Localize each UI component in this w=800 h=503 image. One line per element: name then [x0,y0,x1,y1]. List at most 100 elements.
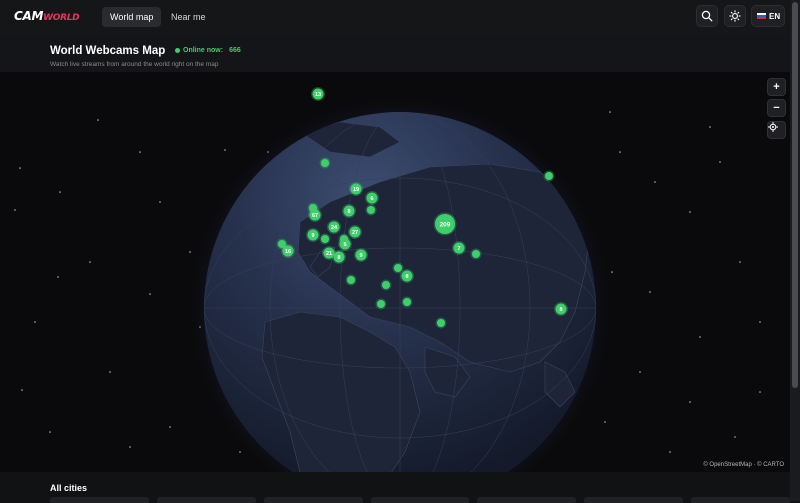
webcam-cluster-marker[interactable] [345,274,357,286]
online-label: Online now: [183,47,224,54]
star [19,167,21,169]
page-subtitle: Watch live streams from around the world… [50,61,219,68]
star [34,321,36,323]
marker-count-label: 27 [352,230,358,236]
star [604,421,606,423]
webcam-cluster-marker[interactable] [543,170,555,182]
language-selector[interactable]: EN [751,5,785,27]
marker-dot[interactable] [278,240,286,248]
marker-count-label: 7 [457,246,460,252]
marker-count-label: 6 [370,196,373,202]
webcam-cluster-marker[interactable] [276,238,288,250]
city-card[interactable] [584,497,684,503]
marker-count-label: 24 [331,225,338,231]
page-scrollbar[interactable] [790,0,800,501]
webcam-cluster-marker[interactable]: 67 [308,208,322,222]
city-card[interactable] [477,497,577,503]
star [129,446,131,448]
theme-toggle-button[interactable] [724,5,746,27]
all-cities-heading: All cities [50,483,88,493]
marker-dot[interactable] [321,159,329,167]
city-card[interactable] [156,497,256,503]
camworld-logo[interactable]: CAMWORLD [14,9,80,23]
star [689,401,691,403]
locate-me-button[interactable] [767,121,786,139]
map-attribution[interactable]: © OpenStreetMap · © CARTO [701,461,786,469]
marker-count-label: 8 [347,209,350,215]
webcam-cluster-marker[interactable] [401,296,413,308]
star [759,391,761,393]
search-icon [701,10,713,22]
webcam-cluster-marker[interactable]: 6 [365,191,379,205]
webcam-cluster-marker[interactable]: 8 [332,250,346,264]
webcam-cluster-marker[interactable] [435,317,447,329]
zoom-out-button[interactable]: − [767,99,786,117]
webcam-cluster-marker[interactable]: 27 [348,225,362,239]
marker-dot[interactable] [472,250,480,258]
city-cards-row [50,497,791,503]
webcam-cluster-marker[interactable]: 209 [433,212,457,236]
sun-icon [729,10,741,22]
city-card[interactable] [370,497,470,503]
star [159,201,161,203]
star [21,389,23,391]
star [639,371,641,373]
marker-count-label: 8 [405,274,408,280]
star [609,111,611,113]
star [699,336,701,338]
city-card[interactable] [691,497,791,503]
webcam-cluster-marker[interactable]: 8 [342,204,356,218]
online-status: Online now: 666 [175,47,241,54]
star [689,211,691,213]
marker-count-label: 9 [359,253,362,259]
webcam-cluster-marker[interactable] [365,204,377,216]
tab-near-me[interactable]: Near me [163,7,214,27]
webcam-cluster-marker[interactable]: 9 [306,228,320,242]
page-title: World Webcams Map [50,45,166,57]
webcam-cluster-marker[interactable]: 7 [452,241,466,255]
webcam-cluster-marker[interactable] [380,279,392,291]
star [189,251,191,253]
city-card[interactable] [263,497,363,503]
top-navigation-bar: CAMWORLD World map Near me EN [0,0,790,34]
tab-world-map[interactable]: World map [102,7,162,27]
webcam-cluster-marker[interactable]: 8 [554,302,568,316]
search-button[interactable] [696,5,718,27]
webcam-cluster-marker[interactable] [375,298,387,310]
webcam-cluster-marker[interactable] [319,233,331,245]
online-count: 666 [229,47,241,54]
zoom-in-button[interactable]: + [767,78,786,96]
marker-count-label: 209 [440,222,451,229]
marker-dot[interactable] [545,172,553,180]
webcam-cluster-marker[interactable]: 13 [311,87,325,101]
marker-count-label: 13 [315,92,321,98]
star [719,161,721,163]
world-map[interactable]: 13 19 6 67 8 209 24 9 27 16 5 7 21 8 9 8 8 + − © OpenStr… [0,72,790,472]
flag-icon [757,12,766,20]
scrollbar-thumb[interactable] [792,2,798,388]
marker-dot[interactable] [347,276,355,284]
star [759,321,761,323]
marker-dot[interactable] [382,281,390,289]
marker-count-label: 16 [285,249,291,255]
webcam-cluster-marker[interactable]: 19 [349,182,363,196]
star [59,191,61,193]
online-dot-icon [175,48,180,53]
marker-dot[interactable] [367,206,375,214]
marker-dot[interactable] [377,300,385,308]
marker-dot[interactable] [321,235,329,243]
webcam-cluster-marker[interactable] [319,157,331,169]
webcam-cluster-marker[interactable] [470,248,482,260]
webcam-cluster-marker[interactable]: 5 [338,237,352,251]
city-card[interactable] [50,497,149,503]
marker-dot[interactable] [403,298,411,306]
webcam-cluster-marker[interactable]: 8 [400,269,414,283]
webcam-cluster-marker[interactable]: 24 [327,220,341,234]
marker-dot[interactable] [437,319,445,327]
marker-dot[interactable] [394,264,402,272]
globe-canvas[interactable]: 13 19 6 67 8 209 24 9 27 16 5 7 21 8 9 8 8 [0,72,790,472]
language-code: EN [769,11,781,21]
webcam-cluster-marker[interactable]: 9 [354,248,368,262]
star [619,151,621,153]
crosshair-icon [768,122,778,132]
